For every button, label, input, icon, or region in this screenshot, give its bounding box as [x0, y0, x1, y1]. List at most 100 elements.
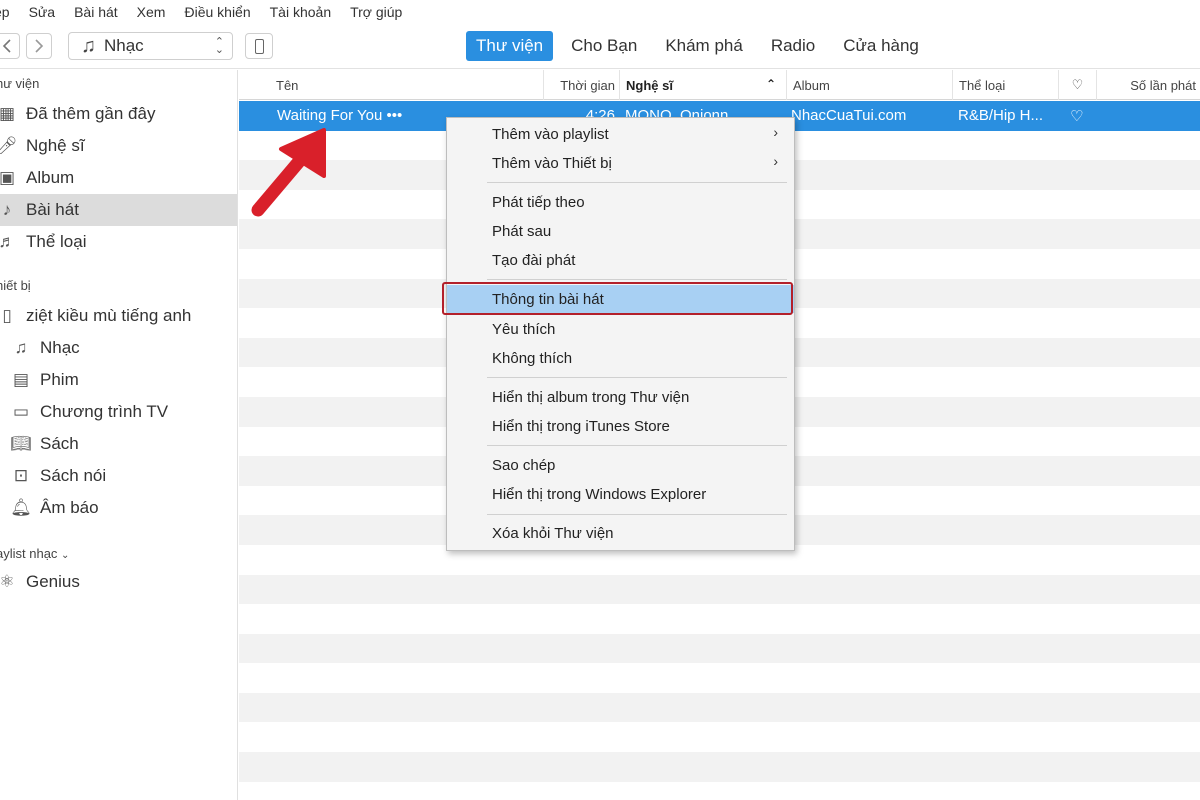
menu-item-create-station[interactable]: Tạo đài phát — [447, 246, 794, 274]
menu-song[interactable]: Bài hát — [74, 4, 118, 20]
sidebar-header-devices: hiết bị — [0, 278, 31, 293]
sidebar-item-device-tv[interactable]: ▭ Chương trình TV — [0, 396, 237, 428]
select-updown-icon: ⌃ ⌄ — [214, 36, 224, 56]
tab-browse[interactable]: Khám phá — [655, 31, 753, 61]
toolbar: ♫ Nhạc ⌃ ⌄ Thư viện Cho Bạn Khám phá Radi… — [0, 24, 1200, 69]
tab-store[interactable]: Cửa hàng — [833, 31, 929, 61]
table-row — [239, 663, 1200, 693]
menu-bar: ệp Sửa Bài hát Xem Điều khiển Tài khoản … — [0, 0, 1200, 24]
menu-file[interactable]: ệp — [0, 4, 10, 20]
table-header: Tên Thời gian Nghệ sĩ ⌃ Album Thể loại ♡… — [239, 70, 1200, 100]
phone-icon: ▯ — [2, 306, 12, 325]
menu-item-add-to-playlist[interactable]: Thêm vào playlist › — [447, 120, 794, 148]
column-love[interactable]: ♡ — [1058, 70, 1096, 100]
column-artist[interactable]: Nghệ sĩ ⌃ — [619, 70, 786, 100]
tab-radio[interactable]: Radio — [761, 31, 825, 61]
device-button[interactable] — [245, 33, 273, 59]
sidebar-item-genres[interactable]: ♬ Thể loại — [0, 226, 237, 258]
sidebar-item-recently-added[interactable]: ▦ Đã thêm gần đây — [0, 98, 237, 130]
menu-edit[interactable]: Sửa — [29, 4, 56, 20]
chevron-left-icon — [2, 39, 11, 53]
column-name[interactable]: Tên — [270, 70, 540, 100]
menu-item-delete-from-library[interactable]: Xóa khỏi Thư viện — [447, 519, 794, 547]
view-tabs: Thư viện Cho Bạn Khám phá Radio Cửa hàng — [466, 31, 937, 61]
genius-atom-icon: ⚛ — [0, 572, 15, 591]
sidebar-item-device[interactable]: ▯ ziệt kiều mù tiếng anh — [0, 300, 237, 332]
sidebar-item-device-tones[interactable]: 🔔︎ Âm báo — [0, 492, 237, 524]
menu-item-song-info[interactable]: Thông tin bài hát — [442, 282, 794, 315]
media-source-select[interactable]: ♫ Nhạc ⌃ ⌄ — [68, 32, 233, 60]
menu-item-show-album-in-library[interactable]: Hiển thị album trong Thư viện — [447, 383, 794, 411]
table-row — [239, 782, 1200, 800]
menu-account[interactable]: Tài khoản — [270, 4, 331, 20]
tab-library[interactable]: Thư viện — [466, 31, 554, 61]
column-album[interactable]: Album — [786, 70, 952, 100]
table-row — [239, 633, 1200, 664]
media-source-label: Nhạc — [104, 36, 144, 55]
sort-ascending-icon: ⌃ — [765, 77, 776, 91]
menu-item-add-to-device[interactable]: Thêm vào Thiết bị › — [447, 149, 794, 177]
sidebar: hư viện ▦ Đã thêm gần đây 🎤︎ Nghệ sĩ ▣ A… — [0, 70, 238, 800]
context-menu: Thêm vào playlist › Thêm vào Thiết bị › … — [442, 117, 795, 551]
sidebar-item-artists[interactable]: 🎤︎ Nghệ sĩ — [0, 130, 237, 162]
song-genre-cell: R&B/Hip H... — [958, 107, 1044, 124]
sidebar-item-device-movies[interactable]: ▤ Phim — [0, 364, 237, 396]
film-icon: ▤ — [12, 370, 30, 389]
menu-view[interactable]: Xem — [137, 4, 166, 20]
menu-controls[interactable]: Điều khiển — [184, 4, 250, 20]
grid-icon: ▦ — [0, 104, 16, 123]
menu-separator — [487, 445, 787, 446]
table-row — [239, 752, 1200, 782]
song-album-cell: NhacCuaTui.com — [791, 107, 907, 124]
chevron-down-icon: ⌄ — [61, 550, 70, 561]
menu-help[interactable]: Trợ giúp — [350, 4, 402, 20]
menu-separator — [487, 377, 787, 378]
tab-for-you[interactable]: Cho Bạn — [561, 31, 647, 61]
sidebar-item-device-audiobooks[interactable]: ⊡ Sách nói — [0, 460, 237, 492]
back-button[interactable] — [0, 33, 20, 59]
microphone-icon: 🎤︎ — [0, 136, 18, 155]
column-plays[interactable]: Số lần phát — [1096, 70, 1200, 100]
more-options-icon[interactable]: ••• — [387, 107, 403, 124]
bell-icon: 🔔︎ — [10, 498, 32, 517]
menu-item-dislike[interactable]: Không thích — [447, 344, 794, 372]
menu-separator — [487, 279, 787, 280]
tv-icon: ▭ — [12, 402, 30, 421]
love-heart-icon[interactable]: ♡ — [1070, 101, 1090, 130]
annotation-highlight-box — [442, 282, 793, 315]
music-note-icon: ♫ — [81, 34, 96, 57]
column-genre[interactable]: Thể loại — [952, 70, 1058, 100]
submenu-arrow-icon: › — [773, 153, 778, 169]
book-icon: 📖︎ — [10, 434, 32, 453]
sidebar-header-playlists[interactable]: aylist nhạc ⌄ — [0, 546, 69, 561]
menu-item-play-next[interactable]: Phát tiếp theo — [447, 188, 794, 216]
chevron-right-icon — [35, 39, 44, 53]
sidebar-header-library: hư viện — [0, 76, 40, 91]
sidebar-item-albums[interactable]: ▣ Album — [0, 162, 237, 194]
forward-button[interactable] — [26, 33, 52, 59]
album-icon: ▣ — [0, 168, 16, 187]
sidebar-item-device-music[interactable]: ♫ Nhạc — [0, 332, 237, 364]
guitars-icon: ♬ — [0, 232, 16, 251]
phone-icon — [254, 38, 264, 54]
sidebar-item-genius[interactable]: ⚛ Genius — [0, 566, 237, 598]
menu-item-love[interactable]: Yêu thích — [447, 315, 794, 343]
menu-item-show-in-itunes-store[interactable]: Hiển thị trong iTunes Store — [447, 412, 794, 440]
submenu-arrow-icon: › — [773, 124, 778, 140]
annotation-arrow-icon — [251, 128, 326, 217]
table-row — [239, 722, 1200, 752]
menu-item-play-later[interactable]: Phát sau — [447, 217, 794, 245]
sidebar-item-device-books[interactable]: 📖︎ Sách — [0, 428, 237, 460]
column-time[interactable]: Thời gian — [543, 70, 619, 100]
menu-separator — [487, 182, 787, 183]
menu-separator — [487, 514, 787, 515]
audiobook-icon: ⊡ — [13, 466, 29, 485]
sidebar-item-songs[interactable]: ♪ Bài hát — [0, 194, 237, 226]
table-row — [239, 692, 1200, 723]
music-note-icon: ♫ — [14, 338, 28, 357]
table-row — [239, 574, 1200, 605]
table-row — [239, 604, 1200, 634]
menu-item-show-in-windows-explorer[interactable]: Hiển thị trong Windows Explorer — [447, 480, 794, 508]
menu-item-copy[interactable]: Sao chép — [447, 451, 794, 479]
music-note-icon: ♪ — [2, 200, 12, 219]
